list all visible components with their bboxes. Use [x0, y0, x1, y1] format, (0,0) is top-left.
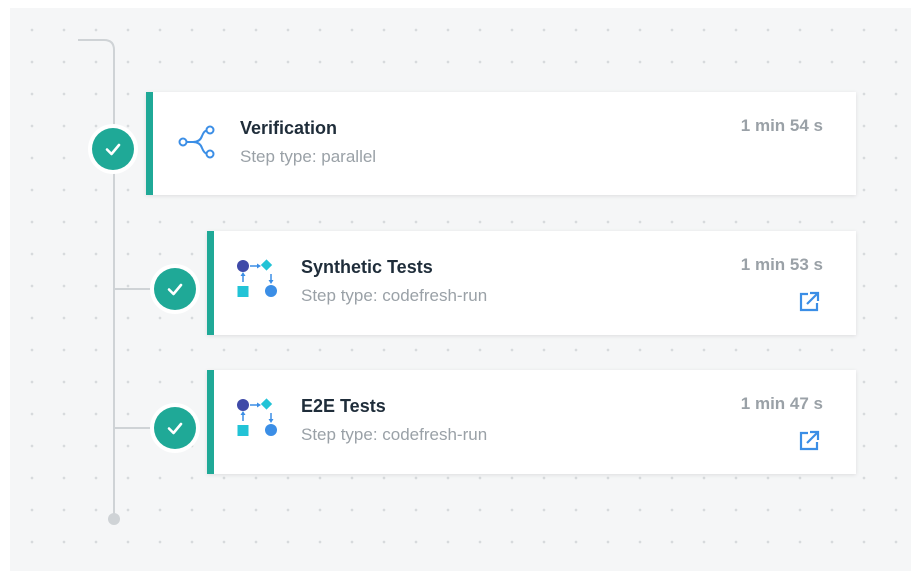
step-status-bar: [207, 370, 214, 474]
step-title: Verification: [240, 118, 338, 138]
step-status-bar: [207, 231, 214, 335]
codefresh-run-icon: [237, 259, 277, 297]
pipeline-end-dot: [108, 513, 120, 525]
check-icon: [154, 407, 196, 449]
step-type: Step type: codefresh-run: [301, 425, 488, 444]
step-status-bar: [146, 92, 153, 195]
step-type: Step type: codefresh-run: [301, 286, 488, 305]
step-type: Step type: parallel: [240, 147, 377, 166]
parallel-icon: [178, 125, 215, 159]
step-title: Synthetic Tests: [301, 257, 433, 277]
step-duration: 1 min 53 s: [740, 255, 823, 274]
external-link-icon[interactable]: [797, 429, 821, 453]
step-card-synthetic-tests[interactable]: Synthetic Tests Step type: codefresh-run…: [207, 231, 856, 335]
step-card-verification[interactable]: Verification Step type: parallel 1 min 5…: [146, 92, 856, 195]
step-duration: 1 min 54 s: [740, 116, 823, 135]
step-title: E2E Tests: [301, 396, 386, 416]
check-icon: [92, 128, 134, 170]
check-icon: [154, 268, 196, 310]
external-link-icon[interactable]: [797, 290, 821, 314]
step-duration: 1 min 47 s: [740, 394, 823, 413]
step-card-e2e-tests[interactable]: E2E Tests Step type: codefresh-run 1 min…: [207, 370, 856, 474]
codefresh-run-icon: [237, 398, 277, 436]
